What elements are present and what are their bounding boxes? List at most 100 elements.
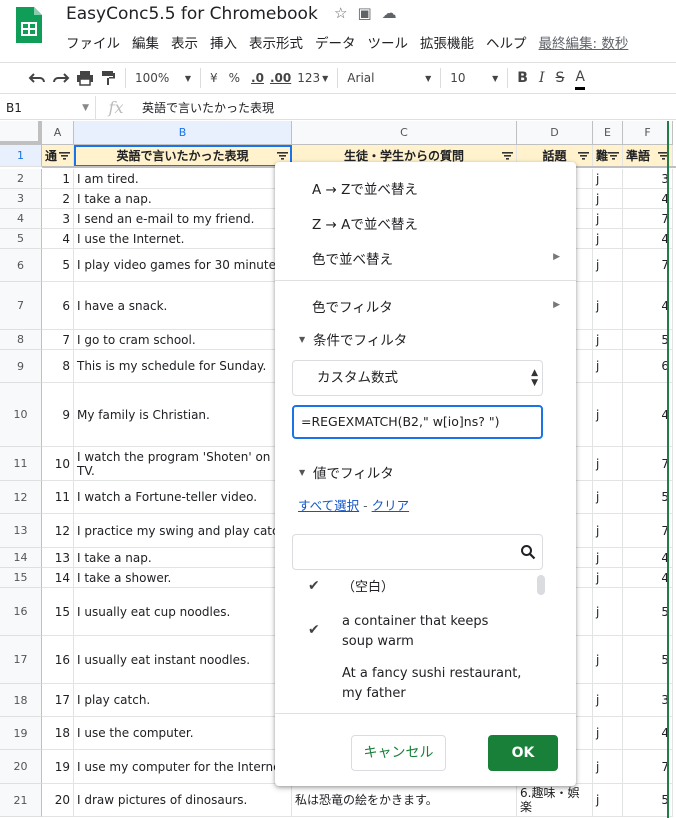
cell-b[interactable]: I have a snack. <box>74 282 292 330</box>
cell-e[interactable]: j <box>593 514 623 548</box>
cell-e[interactable]: j <box>593 568 623 588</box>
sort-z-a-item[interactable]: Z → Aで並べ替え <box>312 213 418 233</box>
row-header[interactable]: 19 <box>0 717 42 750</box>
cell-b[interactable]: My family is Christian. <box>74 383 292 447</box>
value-item[interactable]: a container that keeps soup warm <box>342 612 512 652</box>
column-header-c[interactable]: C <box>292 121 517 145</box>
row-header[interactable]: 18 <box>0 684 42 717</box>
currency-format-button[interactable]: ¥ <box>210 66 218 90</box>
cell-e[interactable]: j <box>593 636 623 684</box>
collapse-triangle-icon[interactable]: ▼ <box>299 468 305 477</box>
filter-icon[interactable] <box>502 152 513 160</box>
cell-a[interactable]: 2 <box>42 189 74 209</box>
undo-icon[interactable] <box>28 66 46 90</box>
cell-e[interactable]: j <box>593 717 623 750</box>
cell-e[interactable]: j <box>593 249 623 282</box>
row-header[interactable]: 3 <box>0 189 42 209</box>
number-format-select[interactable]: 123 ▼ <box>297 66 328 90</box>
cell-b[interactable]: I play catch. <box>74 684 292 717</box>
cell-b[interactable]: I take a nap. <box>74 548 292 568</box>
value-item[interactable]: （空白） <box>342 578 394 598</box>
italic-button[interactable]: I <box>539 66 545 90</box>
select-all-link[interactable]: すべて選択 <box>298 498 359 513</box>
cell-e[interactable]: j <box>593 447 623 481</box>
cloud-status-icon[interactable]: ☁ <box>382 4 397 22</box>
cell-c[interactable]: 私は恐竜の絵をかきます。 <box>292 784 517 817</box>
zoom-select[interactable]: 100% ▼ <box>135 66 191 90</box>
cell-a[interactable]: 13 <box>42 548 74 568</box>
cell-f[interactable]: 7 <box>623 209 673 229</box>
filter-icon[interactable] <box>277 152 288 160</box>
filter-icon[interactable] <box>608 152 619 160</box>
cell-a[interactable]: 11 <box>42 481 74 514</box>
cell-f[interactable]: 5 <box>623 784 673 817</box>
cell-e[interactable]: j <box>593 169 623 189</box>
redo-icon[interactable] <box>52 66 70 90</box>
cell-e[interactable]: j <box>593 229 623 249</box>
cell-b[interactable]: I take a nap. <box>74 189 292 209</box>
cell-a[interactable]: 1 <box>42 169 74 189</box>
filter-icon[interactable] <box>578 152 589 160</box>
ok-button[interactable]: OK <box>488 735 558 771</box>
cell-e[interactable]: j <box>593 588 623 636</box>
paint-format-icon[interactable] <box>100 66 116 90</box>
column-header-d[interactable]: D <box>517 121 593 145</box>
cell-b[interactable]: I draw pictures of dinosaurs. <box>74 784 292 817</box>
cell-b[interactable]: I usually eat cup noodles. <box>74 588 292 636</box>
menu-insert[interactable]: 挿入 <box>204 34 243 54</box>
cell-a[interactable]: 9 <box>42 383 74 447</box>
cell-f[interactable]: 7 <box>623 514 673 548</box>
cell-f[interactable]: 4 <box>623 383 673 447</box>
cell-f[interactable]: 5 <box>623 330 673 350</box>
percent-format-button[interactable]: % <box>229 66 240 90</box>
move-folder-icon[interactable]: ▣ <box>357 4 371 22</box>
filter-by-values-header[interactable]: 値でフィルタ <box>313 462 394 482</box>
row-header[interactable]: 9 <box>0 350 42 383</box>
row-header[interactable]: 8 <box>0 330 42 350</box>
cell-f[interactable]: 5 <box>623 588 673 636</box>
row-header[interactable]: 1 <box>0 145 42 167</box>
font-size-select[interactable]: 10 ▼ <box>450 66 498 90</box>
cell-f[interactable]: 7 <box>623 750 673 784</box>
cell-f[interactable]: 6 <box>623 350 673 383</box>
cell-f[interactable]: 4 <box>623 717 673 750</box>
menu-extensions[interactable]: 拡張機能 <box>414 34 480 54</box>
cell-e[interactable]: j <box>593 189 623 209</box>
row-header[interactable]: 6 <box>0 249 42 282</box>
cell-b[interactable]: I watch the program 'Shoten' on TV. <box>74 447 292 481</box>
cell-a[interactable]: 8 <box>42 350 74 383</box>
decrease-decimal-button[interactable]: .0 <box>251 66 264 90</box>
cell-f[interactable]: 5 <box>623 636 673 684</box>
sort-a-z-item[interactable]: A → Zで並べ替え <box>312 178 418 198</box>
menu-tools[interactable]: ツール <box>362 34 415 54</box>
value-list-scrollbar[interactable] <box>537 575 545 595</box>
cell-f[interactable]: 4 <box>623 548 673 568</box>
cell-f[interactable]: 3 <box>623 169 673 189</box>
cell-a[interactable]: 3 <box>42 209 74 229</box>
header-cell-b[interactable]: 英語で言いたかった表現 <box>74 145 292 167</box>
cell-b[interactable]: This is my schedule for Sunday. <box>74 350 292 383</box>
cell-b[interactable]: I usually eat instant noodles. <box>74 636 292 684</box>
row-header[interactable]: 10 <box>0 383 42 447</box>
sort-by-color-item[interactable]: 色で並べ替え <box>312 248 393 268</box>
cell-e[interactable]: j <box>593 481 623 514</box>
cell-b[interactable]: I play video games for 30 minutes <box>74 249 292 282</box>
row-header[interactable]: 15 <box>0 568 42 588</box>
row-header[interactable]: 12 <box>0 481 42 514</box>
menu-data[interactable]: データ <box>309 34 362 54</box>
row-header[interactable]: 21 <box>0 784 42 817</box>
cell-e[interactable]: j <box>593 684 623 717</box>
row-header[interactable]: 2 <box>0 169 42 189</box>
row-header[interactable]: 7 <box>0 282 42 330</box>
row-header[interactable]: 20 <box>0 750 42 784</box>
row-header[interactable]: 13 <box>0 514 42 548</box>
cell-a[interactable]: 10 <box>42 447 74 481</box>
cell-b[interactable]: I use my computer for the Interne <box>74 750 292 784</box>
cell-b[interactable]: I practice my swing and play catc <box>74 514 292 548</box>
document-title[interactable]: EasyConc5.5 for Chromebook <box>66 4 318 24</box>
cell-a[interactable]: 14 <box>42 568 74 588</box>
cell-b[interactable]: I send an e-mail to my friend. <box>74 209 292 229</box>
header-cell-e[interactable]: 難 <box>593 145 623 167</box>
checkmark-icon[interactable]: ✔ <box>308 578 320 594</box>
cell-e[interactable]: j <box>593 330 623 350</box>
